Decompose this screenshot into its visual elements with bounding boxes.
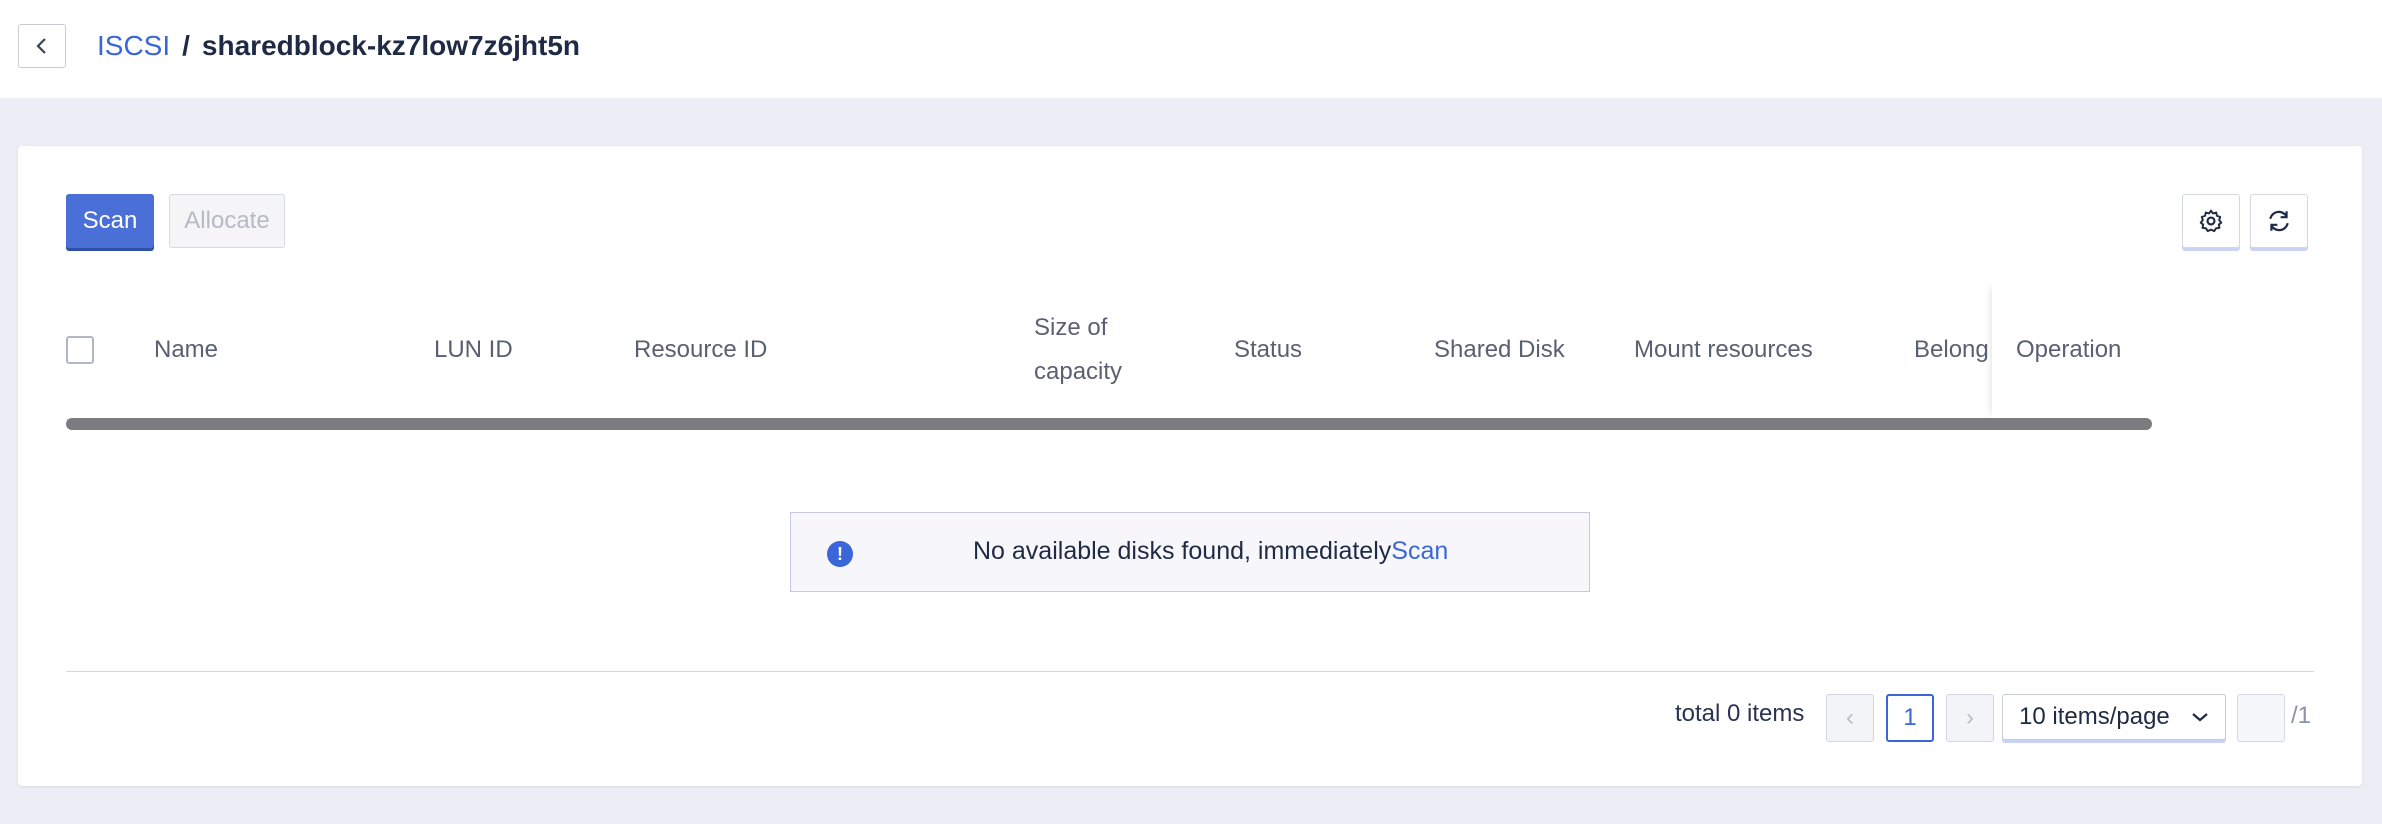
- select-all-checkbox[interactable]: [66, 336, 94, 364]
- gear-icon: [2199, 209, 2223, 233]
- column-header-status[interactable]: Status: [1234, 328, 1302, 372]
- items-per-page-select[interactable]: 10 items/page: [2002, 694, 2226, 740]
- column-header-belong[interactable]: Belong: [1914, 328, 1989, 372]
- refresh-icon: [2269, 210, 2289, 232]
- info-icon: !: [827, 541, 853, 567]
- empty-state-message: ! No available disks found, immediatelyS…: [790, 512, 1590, 592]
- current-page-button[interactable]: 1: [1886, 694, 1934, 742]
- prev-page-button[interactable]: ‹: [1826, 694, 1874, 742]
- column-header-size-line1[interactable]: Size of: [1034, 306, 1107, 350]
- page-jump-input[interactable]: [2237, 694, 2285, 742]
- breadcrumb-separator: /: [182, 30, 190, 61]
- back-button[interactable]: [18, 24, 66, 68]
- breadcrumb: ISCSI / sharedblock-kz7low7z6jht5n: [97, 28, 580, 64]
- column-header-shared-disk[interactable]: Shared Disk: [1434, 328, 1565, 372]
- settings-button[interactable]: [2182, 194, 2240, 248]
- horizontal-scrollbar[interactable]: [66, 418, 2152, 430]
- empty-state-text: No available disks found, immediatelySca…: [973, 537, 1448, 566]
- allocate-button: Allocate: [169, 194, 285, 248]
- main-card: Scan Allocate Name LUN ID Resource ID Si…: [18, 146, 2362, 786]
- footer-divider: [66, 671, 2314, 672]
- page-title: sharedblock-kz7low7z6jht5n: [201, 30, 581, 61]
- items-per-page-value: 10 items/page: [2019, 703, 2170, 730]
- column-header-operation: Operation: [2016, 336, 2122, 363]
- total-items: total 0 items: [1675, 700, 1805, 727]
- chevron-down-icon: [2192, 713, 2208, 722]
- column-header-size-line2[interactable]: capacity: [1034, 350, 1122, 394]
- column-header-name[interactable]: Name: [154, 328, 218, 372]
- chevron-left-icon: [36, 38, 46, 54]
- empty-state-label: No available disks found, immediately: [973, 537, 1392, 565]
- column-header-lun-id[interactable]: LUN ID: [434, 328, 513, 372]
- breadcrumb-iscsi-link[interactable]: ISCSI: [97, 30, 170, 62]
- column-header-mount-resources[interactable]: Mount resources: [1634, 328, 1813, 372]
- next-page-button[interactable]: ›: [1946, 694, 1994, 742]
- scan-button[interactable]: Scan: [66, 194, 154, 248]
- page-header: ISCSI / sharedblock-kz7low7z6jht5n: [0, 0, 2382, 98]
- empty-state-scan-link[interactable]: Scan: [1391, 537, 1448, 565]
- page-total: /1: [2291, 702, 2312, 729]
- column-header-resource-id[interactable]: Resource ID: [634, 328, 767, 372]
- operation-column-header: Operation: [1992, 282, 2314, 420]
- refresh-button[interactable]: [2250, 194, 2308, 248]
